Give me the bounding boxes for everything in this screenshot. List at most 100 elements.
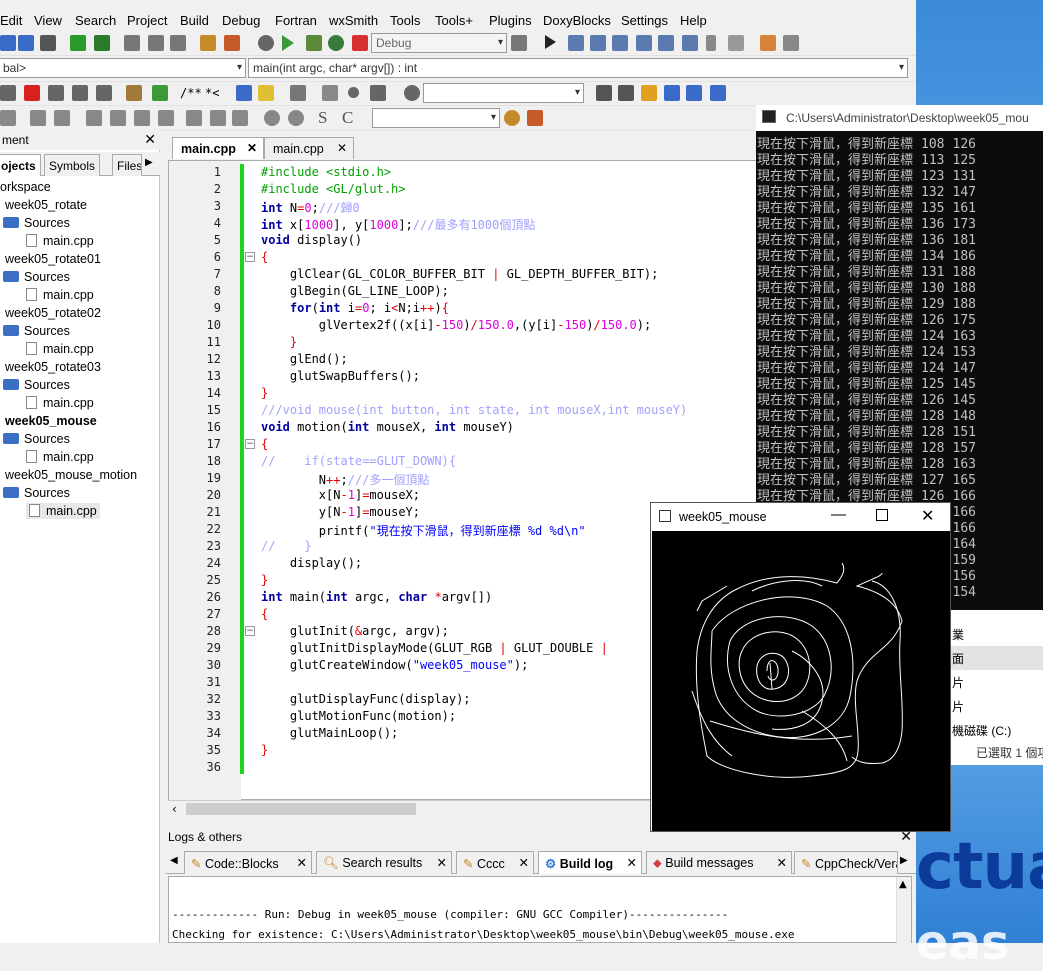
project-node[interactable]: week05_mouse_motion bbox=[5, 468, 137, 482]
build-run-icon[interactable] bbox=[306, 35, 322, 51]
maximize-icon[interactable] bbox=[876, 509, 888, 521]
tab-codeblocks-log[interactable]: ✎ Code::Blocks ✕ bbox=[184, 851, 312, 874]
scope-select[interactable]: bal> ▾ bbox=[0, 58, 246, 78]
copy-icon[interactable] bbox=[148, 35, 164, 51]
file-node[interactable]: main.cpp bbox=[26, 450, 94, 464]
tab-files[interactable]: Files bbox=[112, 154, 142, 176]
target-options-icon[interactable] bbox=[511, 35, 527, 51]
tab-search-results[interactable]: 🔍︎ Search results ✕ bbox=[316, 851, 452, 874]
explorer-item[interactable]: 機磁碟 (C:) bbox=[952, 722, 1011, 739]
tab-cppcheck[interactable]: ✎ CppCheck/Vera bbox=[794, 851, 898, 874]
menu-help[interactable]: Help bbox=[680, 13, 707, 28]
close-icon[interactable]: ✕ bbox=[777, 855, 787, 870]
prev-location-icon[interactable] bbox=[322, 85, 338, 101]
chevron-right-icon[interactable]: ▶ bbox=[145, 157, 153, 168]
layout-5-icon[interactable] bbox=[186, 110, 202, 126]
save-icon[interactable] bbox=[0, 35, 16, 51]
file-node[interactable]: main.cpp bbox=[26, 342, 94, 356]
symbol-select[interactable]: ▾ bbox=[372, 108, 500, 128]
wrench-icon[interactable] bbox=[527, 110, 543, 126]
file-node[interactable]: main.cpp bbox=[26, 234, 94, 248]
doxy-chm-icon[interactable] bbox=[258, 85, 274, 101]
explorer-item[interactable]: 片 bbox=[952, 698, 964, 715]
menu-search[interactable]: Search bbox=[75, 13, 116, 28]
chevron-left-icon[interactable]: ◀ bbox=[170, 855, 178, 866]
vertical-scrollbar[interactable]: ▲ bbox=[896, 877, 911, 943]
step-instruction-icon[interactable] bbox=[682, 35, 698, 51]
jump-back-icon[interactable] bbox=[0, 85, 16, 101]
debug-run-icon[interactable] bbox=[545, 35, 556, 49]
save-all-icon[interactable] bbox=[18, 35, 34, 51]
chevron-left-icon[interactable]: ‹ bbox=[172, 802, 177, 816]
image-icon[interactable] bbox=[54, 110, 70, 126]
doxy-html-icon[interactable] bbox=[236, 85, 252, 101]
block-icon[interactable] bbox=[0, 110, 16, 126]
menu-fortran[interactable]: Fortran bbox=[275, 13, 317, 28]
regex-icon[interactable] bbox=[710, 85, 726, 101]
fold-marker[interactable]: − bbox=[245, 626, 255, 636]
zoom-out-icon[interactable] bbox=[288, 110, 304, 126]
active-project-node[interactable]: week05_mouse bbox=[5, 414, 97, 428]
clear-search-icon[interactable] bbox=[404, 85, 420, 101]
step-out-icon[interactable] bbox=[636, 35, 652, 51]
chevron-up-icon[interactable]: ▲ bbox=[899, 879, 907, 890]
find-symbol-icon[interactable] bbox=[504, 110, 520, 126]
chevron-right-icon[interactable]: ▶ bbox=[900, 855, 908, 866]
folder-node[interactable]: Sources bbox=[3, 378, 70, 392]
close-icon[interactable]: ✕ bbox=[627, 855, 637, 870]
fold-marker[interactable]: − bbox=[245, 439, 255, 449]
next-instruction-icon[interactable] bbox=[658, 35, 674, 51]
glut-drawing-canvas[interactable] bbox=[652, 531, 950, 831]
menu-settings[interactable]: Settings bbox=[621, 13, 668, 28]
close-icon[interactable]: ✕ bbox=[437, 855, 447, 870]
selected-text-icon[interactable] bbox=[664, 85, 680, 101]
rebuild-icon[interactable] bbox=[328, 35, 344, 51]
doxy-prefs-icon[interactable] bbox=[290, 85, 306, 101]
next-line-icon[interactable] bbox=[590, 35, 606, 51]
doxy-extract-icon[interactable] bbox=[152, 85, 168, 101]
menu-tools[interactable]: Tools bbox=[390, 13, 420, 28]
search-prev-icon[interactable] bbox=[596, 85, 612, 101]
run-icon[interactable] bbox=[282, 35, 294, 51]
gear-icon[interactable] bbox=[258, 35, 274, 51]
doxy-line-comment-button[interactable]: *< bbox=[205, 86, 219, 100]
menu-project[interactable]: Project bbox=[127, 13, 167, 28]
menu-debug[interactable]: Debug bbox=[222, 13, 260, 28]
next-location-icon[interactable] bbox=[370, 85, 386, 101]
fold-marker[interactable]: − bbox=[245, 252, 255, 262]
explorer-item[interactable]: 片 bbox=[952, 674, 964, 691]
zoom-in-icon[interactable] bbox=[264, 110, 280, 126]
folder-node[interactable]: Sources bbox=[3, 432, 70, 446]
clear-bookmarks-icon[interactable] bbox=[96, 85, 112, 101]
tab-projects[interactable]: ojects bbox=[0, 154, 41, 176]
close-icon[interactable]: ✕ bbox=[921, 506, 934, 526]
tab-main-cpp-active[interactable]: main.cpp ✕ bbox=[172, 137, 264, 159]
project-node[interactable]: week05_rotate02 bbox=[5, 306, 101, 320]
explorer-item[interactable]: 面 bbox=[952, 650, 964, 667]
folder-node[interactable]: Sources bbox=[3, 324, 70, 338]
close-icon[interactable]: ✕ bbox=[144, 131, 156, 148]
layout-2-icon[interactable] bbox=[110, 110, 126, 126]
highlight-icon[interactable] bbox=[641, 85, 657, 101]
run-to-cursor-icon[interactable] bbox=[568, 35, 584, 51]
file-node[interactable]: main.cpp bbox=[26, 396, 94, 410]
menu-view[interactable]: View bbox=[34, 13, 62, 28]
abort-icon[interactable] bbox=[352, 35, 368, 51]
redo-icon[interactable] bbox=[94, 35, 110, 51]
folder-node[interactable]: Sources bbox=[3, 216, 70, 230]
doxy-wizard-icon[interactable] bbox=[126, 85, 142, 101]
tab-symbols[interactable]: Symbols bbox=[44, 154, 101, 176]
debug-windows-icon[interactable] bbox=[760, 35, 776, 51]
tab-build-messages[interactable]: ⬥ Build messages ✕ bbox=[646, 851, 792, 874]
scrollbar-thumb[interactable] bbox=[186, 803, 416, 815]
various-info-icon[interactable] bbox=[783, 35, 799, 51]
match-case-icon[interactable] bbox=[686, 85, 702, 101]
close-file-icon[interactable] bbox=[40, 35, 56, 51]
menu-doxyblocks[interactable]: DoxyBlocks bbox=[543, 13, 611, 28]
prev-bookmark-icon[interactable] bbox=[48, 85, 64, 101]
glut-title-bar[interactable]: week05_mouse — ✕ bbox=[651, 503, 950, 531]
menu-build[interactable]: Build bbox=[180, 13, 209, 28]
folder-node[interactable]: Sources bbox=[3, 486, 70, 500]
file-node[interactable]: main.cpp bbox=[26, 288, 94, 302]
layout-6-icon[interactable] bbox=[210, 110, 226, 126]
